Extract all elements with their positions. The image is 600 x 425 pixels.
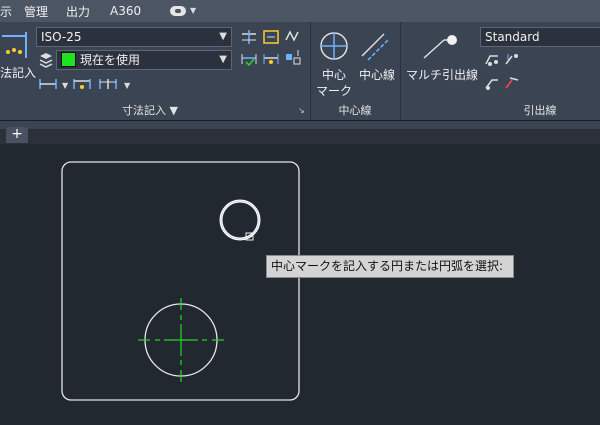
dimension-icon[interactable]: [0, 30, 30, 60]
cloud-icon[interactable]: [170, 6, 186, 16]
leader-panel-title: 引出線: [523, 104, 557, 117]
dimension-small-tools[interactable]: [240, 28, 306, 74]
file-tab-strip: +: [0, 120, 600, 144]
dim-layer-select[interactable]: 現在を使用 ▼: [56, 50, 232, 70]
center-mark-icon[interactable]: [318, 30, 350, 62]
dimension-tools-row[interactable]: ▼ ▼: [38, 76, 138, 92]
svg-text:▼: ▼: [124, 81, 131, 90]
multileader-icon[interactable]: [420, 30, 460, 62]
layer-color-swatch: [61, 52, 76, 67]
dim-style-value: ISO-25: [41, 30, 82, 44]
menu-item-manage[interactable]: 管理: [24, 3, 48, 20]
new-tab-button[interactable]: +: [6, 127, 28, 143]
center-line-icon[interactable]: [358, 30, 392, 64]
ribbon: 法記入 ISO-25 ▼ 現在を使用 ▼ ▼ ▼ 寸法記入 ▼ ↘ 中心 マーク: [0, 22, 600, 120]
center-line-label[interactable]: 中心線: [356, 66, 398, 83]
dim-layer-value: 現在を使用: [80, 53, 141, 67]
panel-expand-icon[interactable]: ↘: [298, 106, 305, 115]
drawing-geometry[interactable]: [0, 144, 600, 425]
multileader-label[interactable]: マルチ引出線: [404, 66, 480, 83]
layers-icon: [39, 53, 53, 68]
command-prompt-tooltip: 中心マークを記入する円または円弧を選択:: [266, 255, 514, 278]
leader-style-value: Standard: [485, 30, 540, 44]
dimension-button-label[interactable]: 法記入: [0, 64, 36, 81]
chevron-down-icon: ▼: [219, 54, 227, 65]
dim-style-select[interactable]: ISO-25 ▼: [36, 27, 232, 47]
menu-bar: 示 管理 出力 A360 ▼: [0, 0, 600, 22]
menu-item-display[interactable]: 示: [0, 3, 12, 20]
center-mark-lines: [138, 298, 224, 382]
chevron-down-icon[interactable]: ▼: [190, 6, 196, 15]
panel-separator: [400, 22, 401, 120]
leader-small-tools[interactable]: [484, 52, 528, 98]
plus-icon: +: [11, 126, 23, 142]
dimension-panel-title-text: 寸法記入: [122, 104, 167, 117]
svg-text:▼: ▼: [62, 81, 69, 90]
chevron-down-icon: ▼: [219, 31, 227, 42]
centerline-panel-title: 中心線: [338, 104, 372, 117]
tab-strip-band: [0, 121, 600, 129]
center-mark-label-2[interactable]: マーク: [314, 82, 354, 99]
menu-item-output[interactable]: 出力: [66, 3, 90, 20]
center-mark-label-1[interactable]: 中心: [314, 66, 354, 83]
menu-item-a360[interactable]: A360: [110, 4, 141, 18]
leader-style-select[interactable]: Standard: [480, 27, 600, 47]
dimension-panel-title[interactable]: 寸法記入 ▼: [60, 102, 240, 120]
